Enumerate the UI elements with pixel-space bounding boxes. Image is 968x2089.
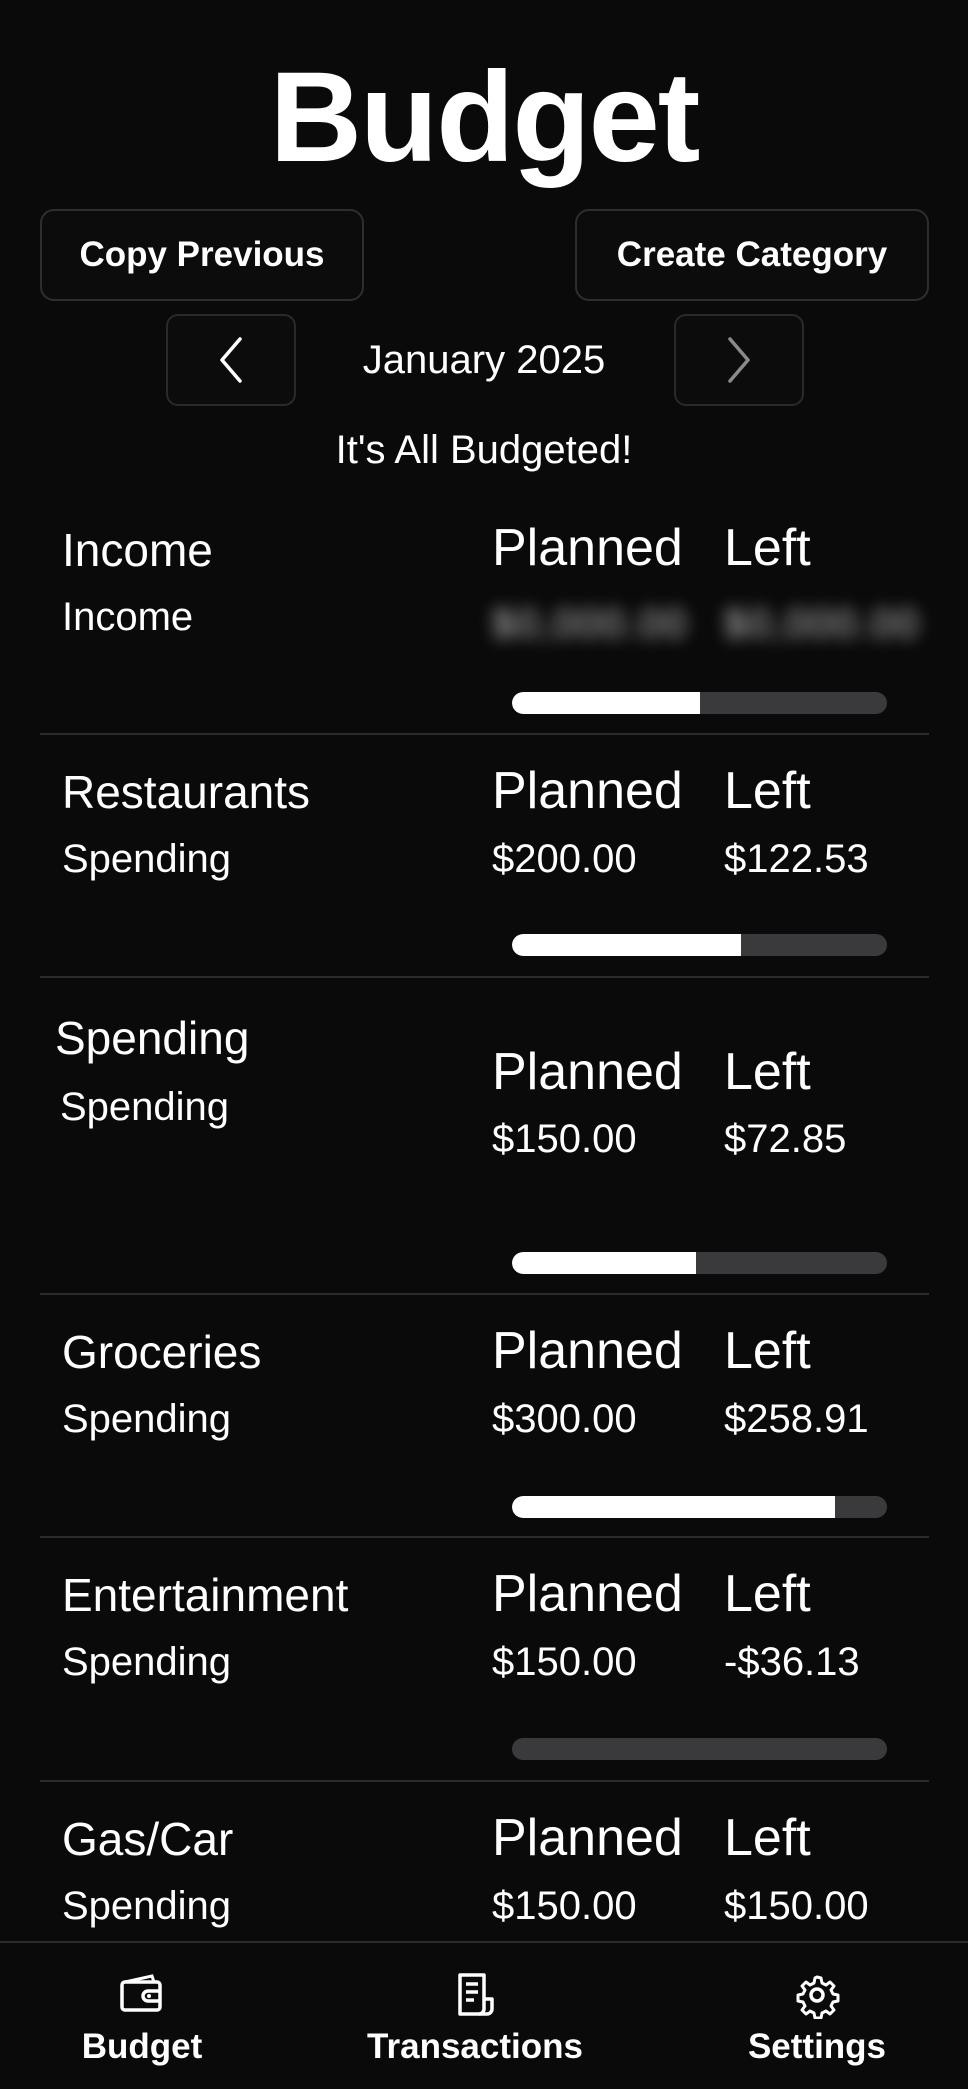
left-label: Left	[724, 1043, 811, 1101]
current-month-label: January 2025	[362, 338, 606, 382]
gear-icon	[796, 1975, 840, 2019]
progress-bar	[512, 692, 887, 714]
category-row-restaurants[interactable]: Restaurants Spending Planned Left $200.0…	[40, 735, 929, 978]
planned-amount: $150.00	[492, 1640, 637, 1684]
left-amount: $0,000.00	[724, 602, 920, 646]
left-amount: $258.91	[724, 1397, 869, 1441]
category-type: Spending	[62, 1640, 232, 1684]
planned-label: Planned	[492, 1043, 683, 1101]
category-row-income[interactable]: Income Income Planned Left $0,000.00 $0,…	[40, 510, 929, 735]
planned-label: Planned	[492, 762, 683, 820]
planned-amount: $200.00	[492, 837, 637, 881]
category-name: Income	[62, 524, 213, 576]
receipt-icon	[458, 1973, 494, 2016]
left-label: Left	[724, 519, 811, 577]
category-name: Spending	[55, 1012, 250, 1064]
previous-month-button[interactable]	[166, 314, 296, 406]
planned-label: Planned	[492, 1565, 683, 1623]
tab-budget[interactable]: Budget	[62, 1943, 222, 2089]
chevron-right-icon	[728, 337, 750, 383]
category-row-groceries[interactable]: Groceries Spending Planned Left $300.00 …	[40, 1295, 929, 1538]
category-type: Spending	[60, 1085, 230, 1129]
create-category-button[interactable]: Create Category	[575, 209, 929, 301]
next-month-button[interactable]	[674, 314, 804, 406]
left-label: Left	[724, 762, 811, 820]
budget-screen: Budget Copy Previous Create Category Jan…	[0, 0, 968, 2089]
left-label: Left	[724, 1809, 811, 1867]
bottom-navigation: Budget Transactions Settings	[0, 1941, 968, 2089]
category-type: Spending	[62, 1884, 232, 1928]
category-type: Income	[62, 595, 194, 639]
category-name: Entertainment	[62, 1569, 349, 1621]
tab-label: Budget	[81, 2027, 203, 2066]
planned-amount: $150.00	[492, 1117, 637, 1161]
progress-fill	[512, 934, 741, 956]
budget-status-message: It's All Budgeted!	[335, 428, 633, 472]
planned-label: Planned	[492, 519, 683, 577]
left-amount: $150.00	[724, 1884, 869, 1928]
wallet-icon	[120, 1974, 162, 2012]
planned-label: Planned	[492, 1809, 683, 1867]
planned-amount: $0,000.00	[492, 602, 688, 646]
progress-bar	[512, 1496, 887, 1518]
category-type: Spending	[62, 837, 232, 881]
planned-amount: $300.00	[492, 1397, 637, 1441]
progress-fill	[512, 1252, 696, 1274]
page-title: Budget	[269, 46, 701, 189]
progress-fill	[512, 692, 700, 714]
left-label: Left	[724, 1322, 811, 1380]
category-type: Spending	[62, 1397, 232, 1441]
tab-settings[interactable]: Settings	[727, 1943, 907, 2089]
left-amount: -$36.13	[724, 1640, 860, 1684]
progress-bar	[512, 934, 887, 956]
planned-amount: $150.00	[492, 1884, 637, 1928]
tab-transactions[interactable]: Transactions	[345, 1943, 605, 2089]
tab-label: Settings	[747, 2027, 887, 2066]
chevron-left-icon	[220, 337, 242, 383]
planned-label: Planned	[492, 1322, 683, 1380]
category-name: Restaurants	[62, 766, 311, 818]
progress-fill	[512, 1496, 835, 1518]
category-name: Gas/Car	[62, 1813, 234, 1865]
progress-bar	[512, 1252, 887, 1274]
tab-label: Transactions	[367, 2027, 583, 2066]
copy-previous-button[interactable]: Copy Previous	[40, 209, 364, 301]
progress-bar	[512, 1738, 887, 1760]
category-row-entertainment[interactable]: Entertainment Spending Planned Left $150…	[40, 1538, 929, 1782]
left-label: Left	[724, 1565, 811, 1623]
left-amount: $72.85	[724, 1117, 847, 1161]
category-name: Groceries	[62, 1326, 262, 1378]
left-amount: $122.53	[724, 837, 869, 881]
category-row-spending[interactable]: Spending Spending Planned Left $150.00 $…	[40, 978, 929, 1295]
category-row-gas-car[interactable]: Gas/Car Spending Planned Left $150.00 $1…	[40, 1782, 929, 1942]
